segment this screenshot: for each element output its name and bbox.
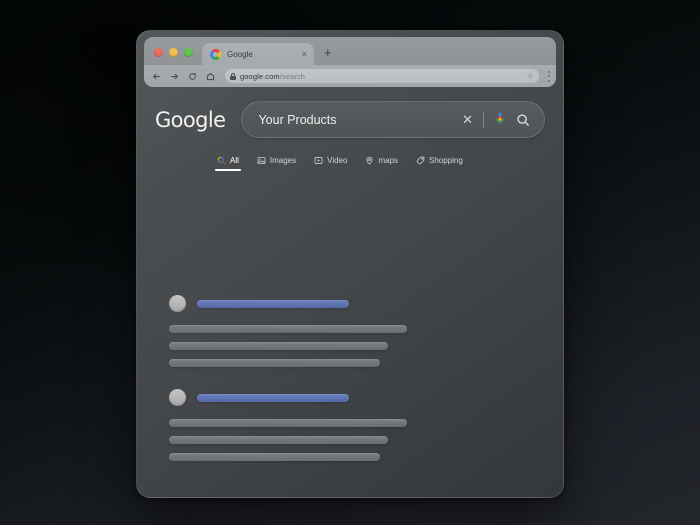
nav-tab-label: Shopping [429, 156, 463, 165]
google-logo: Google [155, 107, 226, 132]
microphone-icon[interactable] [494, 112, 506, 127]
nav-tab-shopping[interactable]: Shopping [416, 156, 463, 171]
result-line [169, 325, 407, 333]
clear-search-icon[interactable]: ✕ [462, 113, 473, 126]
google-search-page: Google Your Products ✕ All Images Video … [137, 87, 563, 461]
avatar [169, 295, 186, 312]
browser-tab-google[interactable]: Google × [202, 43, 314, 65]
home-icon[interactable] [205, 71, 215, 81]
result-line [169, 342, 388, 350]
maximize-window-button[interactable] [184, 48, 193, 57]
new-tab-button[interactable]: + [314, 46, 332, 65]
search-result-item[interactable] [169, 389, 545, 461]
tab-title: Google [227, 49, 253, 59]
forward-icon[interactable] [169, 71, 179, 81]
url-text: google.com/search [240, 72, 305, 81]
browser-window: Google × + google.com/search ☆ Google Yo… [136, 30, 564, 498]
result-line [169, 359, 380, 367]
result-snippet-placeholder [169, 325, 545, 367]
minimize-window-button[interactable] [169, 48, 178, 57]
reload-icon[interactable] [187, 71, 197, 81]
nav-tab-maps[interactable]: maps [365, 156, 398, 171]
nav-tab-all[interactable]: All [215, 156, 241, 171]
url-domain: google.com [240, 71, 280, 81]
nav-tab-label: Video [327, 156, 348, 165]
kebab-menu-icon[interactable] [547, 70, 550, 82]
result-title-placeholder [197, 393, 349, 402]
close-window-button[interactable] [154, 48, 163, 57]
nav-tab-label: maps [378, 156, 399, 165]
result-line [169, 453, 380, 461]
search-submit-icon[interactable] [516, 113, 530, 127]
search-results-list [155, 295, 545, 461]
search-divider [483, 111, 484, 128]
tag-icon [416, 156, 425, 165]
search-header: Google Your Products ✕ [155, 101, 545, 138]
browser-toolbar: google.com/search ☆ [144, 65, 556, 87]
image-icon [257, 156, 266, 165]
result-line [169, 436, 388, 444]
result-snippet-placeholder [169, 419, 545, 461]
nav-tab-video[interactable]: Video [314, 156, 347, 171]
window-controls [144, 48, 202, 65]
url-path: /search [279, 71, 306, 81]
result-header [169, 389, 545, 406]
address-bar[interactable]: google.com/search ☆ [225, 69, 539, 83]
nav-tab-label: All [230, 156, 239, 165]
location-pin-icon [365, 156, 374, 165]
nav-tab-label: Images [269, 156, 297, 165]
google-favicon-icon [210, 48, 221, 60]
search-input[interactable]: Your Products ✕ [241, 101, 545, 138]
search-input-value: Your Products [258, 112, 337, 127]
result-title-placeholder [197, 299, 349, 308]
search-colored-icon [217, 156, 226, 165]
back-icon[interactable] [151, 71, 161, 81]
nav-tab-images[interactable]: Images [257, 156, 296, 171]
star-icon[interactable]: ☆ [527, 72, 534, 80]
video-icon [314, 156, 323, 165]
tab-strip: Google × + [144, 37, 556, 65]
search-nav-tabs: All Images Video maps Shopping [215, 156, 545, 171]
avatar [169, 389, 186, 406]
search-result-item[interactable] [169, 295, 545, 367]
lock-icon [230, 72, 236, 80]
close-tab-icon[interactable]: × [302, 49, 307, 59]
result-header [169, 295, 545, 312]
result-line [169, 419, 407, 427]
